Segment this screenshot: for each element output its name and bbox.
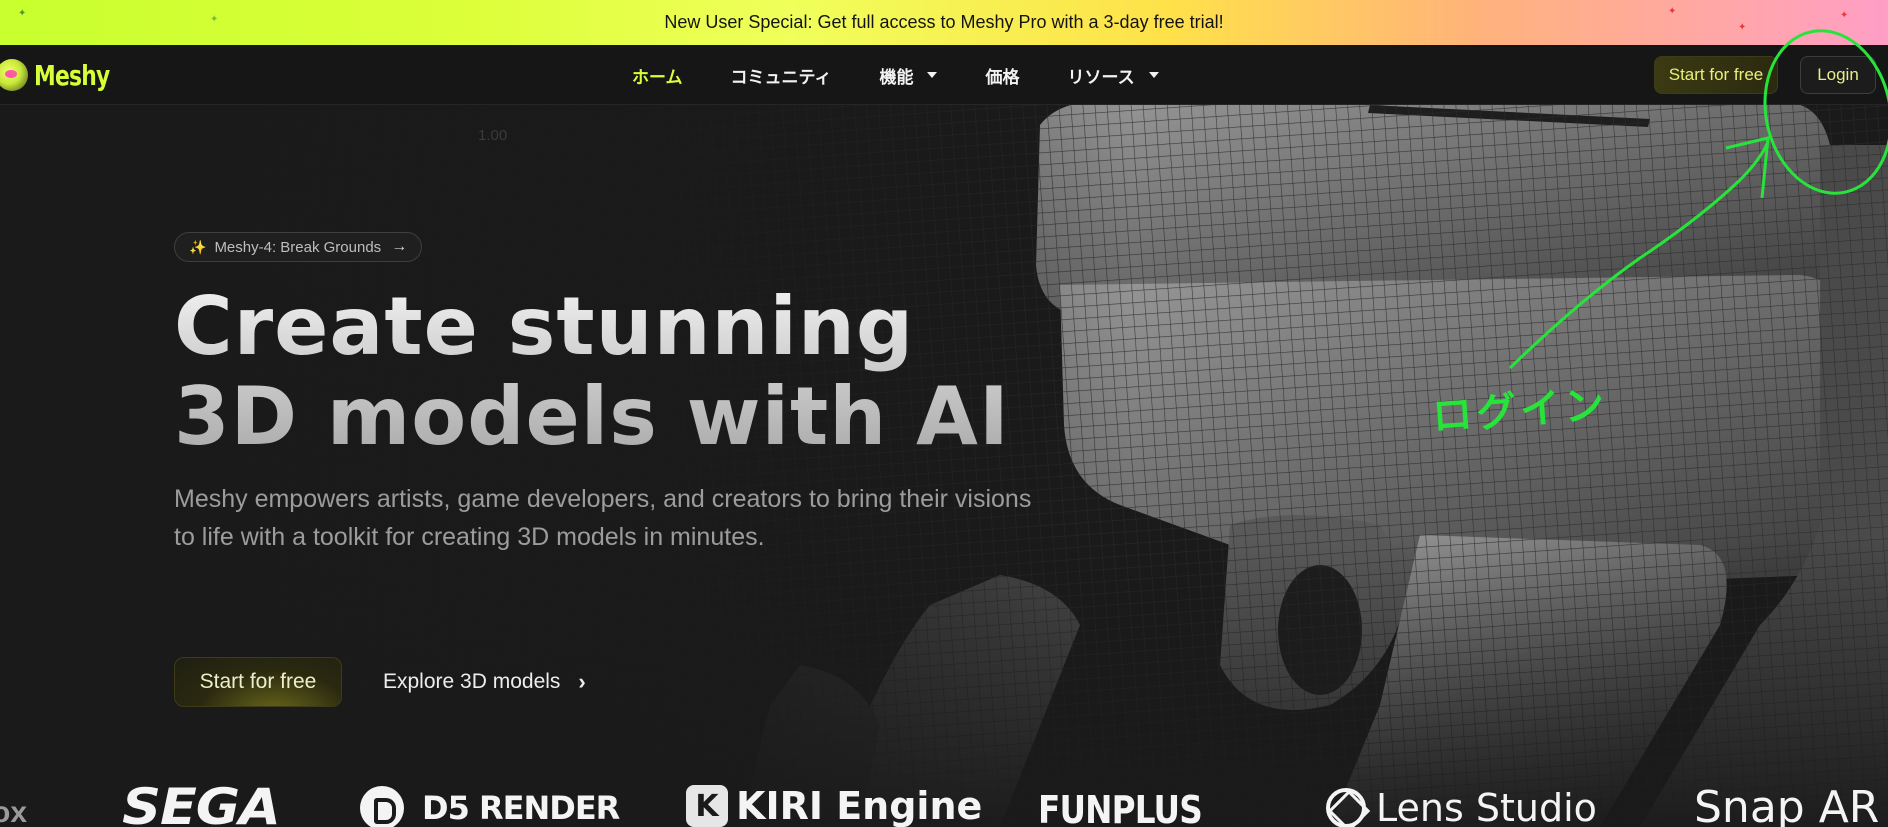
hero-subtitle: Meshy empowers artists, game developers,… [174,480,1154,556]
partner-logo-lens-studio: Lens Studio [1326,786,1597,827]
main-menu: ホーム コミュニティ 機能 価格 リソース [632,45,1207,105]
nav-item-resources[interactable]: リソース [1067,63,1159,88]
kiri-logo-icon: K [686,785,728,827]
sparkle-icon: ✨ [189,238,207,255]
chevron-right-icon: › [578,669,586,694]
brand[interactable]: Meshy [0,57,131,93]
nav-item-label: 価格 [985,67,1020,87]
sparkle-icon: ✦ [18,8,27,19]
promo-banner[interactable]: ✦ ✦ ✦ ✦ ✦ New User Special: Get full acc… [0,0,1888,45]
sparkle-icon: ✦ [1668,6,1677,17]
nav-item-home[interactable]: ホーム [632,63,683,88]
sparkle-icon: ✦ [1738,22,1747,33]
logo-label: D5 RENDER [422,789,620,827]
sparkle-icon: ✦ [1840,10,1849,21]
badge-label: Meshy-4: Break Grounds [214,238,382,256]
nav-item-label: ホーム [632,67,683,87]
partner-logo-partial: ox [0,796,28,827]
lens-studio-logo-icon [1326,788,1366,827]
partner-logo-funplus: FUNPLUS [1038,788,1203,827]
hero-start-free-button[interactable]: Start for free [174,657,342,707]
nav-item-pricing[interactable]: 価格 [985,63,1019,88]
partner-logos: ox SEGA D5 RENDER K KIRI Engine FUNPLUS … [0,778,1888,827]
nav-start-free-button[interactable]: Start for free [1654,56,1778,94]
d5-logo-icon [360,786,404,827]
headline-line: Create stunning [174,280,915,373]
nav-item-features[interactable]: 機能 [879,63,938,88]
caret-down-icon [927,72,938,78]
subtitle-line: Meshy empowers artists, game developers,… [174,485,1032,513]
partner-logo-snap-ar: Snap AR [1694,782,1880,827]
arrow-right-icon: → [391,238,408,255]
partner-logo-d5: D5 RENDER [360,786,620,827]
partner-logo-kiri: K KIRI Engine [686,784,982,827]
explore-models-link[interactable]: Explore 3D models › [383,657,586,707]
subtitle-line: to life with a toolkit for creating 3D m… [174,523,765,551]
headline-line: 3D models with AI [174,370,1010,463]
hero-headline: Create stunning 3D models with AI [174,282,1074,462]
hero-3d-render [0,105,1888,827]
explore-label: Explore 3D models [383,670,561,693]
top-navbar: Meshy ホーム コミュニティ 機能 価格 リソース Start for fr… [0,45,1888,105]
promo-text[interactable]: New User Special: Get full access to Mes… [664,12,1223,33]
login-button[interactable]: Login [1800,56,1876,94]
nav-item-label: コミュニティ [730,67,832,87]
nav-item-label: リソース [1067,67,1135,87]
nav-item-community[interactable]: コミュニティ [731,63,832,88]
faint-label: 1.00 [478,127,508,144]
partner-logo-sega: SEGA [122,778,281,827]
logo-label: Lens Studio [1376,786,1597,827]
logo-label: KIRI Engine [736,784,983,827]
annotation-text: ログイン [1430,381,1610,441]
announcement-badge[interactable]: ✨ Meshy-4: Break Grounds → [174,232,423,262]
caret-down-icon [1148,72,1159,78]
sparkle-icon: ✦ [210,14,219,25]
page: ✦ ✦ ✦ ✦ ✦ New User Special: Get full acc… [0,0,1888,827]
meshy-logo-icon [0,59,28,91]
nav-item-label: 機能 [879,67,914,87]
brand-name: Meshy [34,58,110,92]
